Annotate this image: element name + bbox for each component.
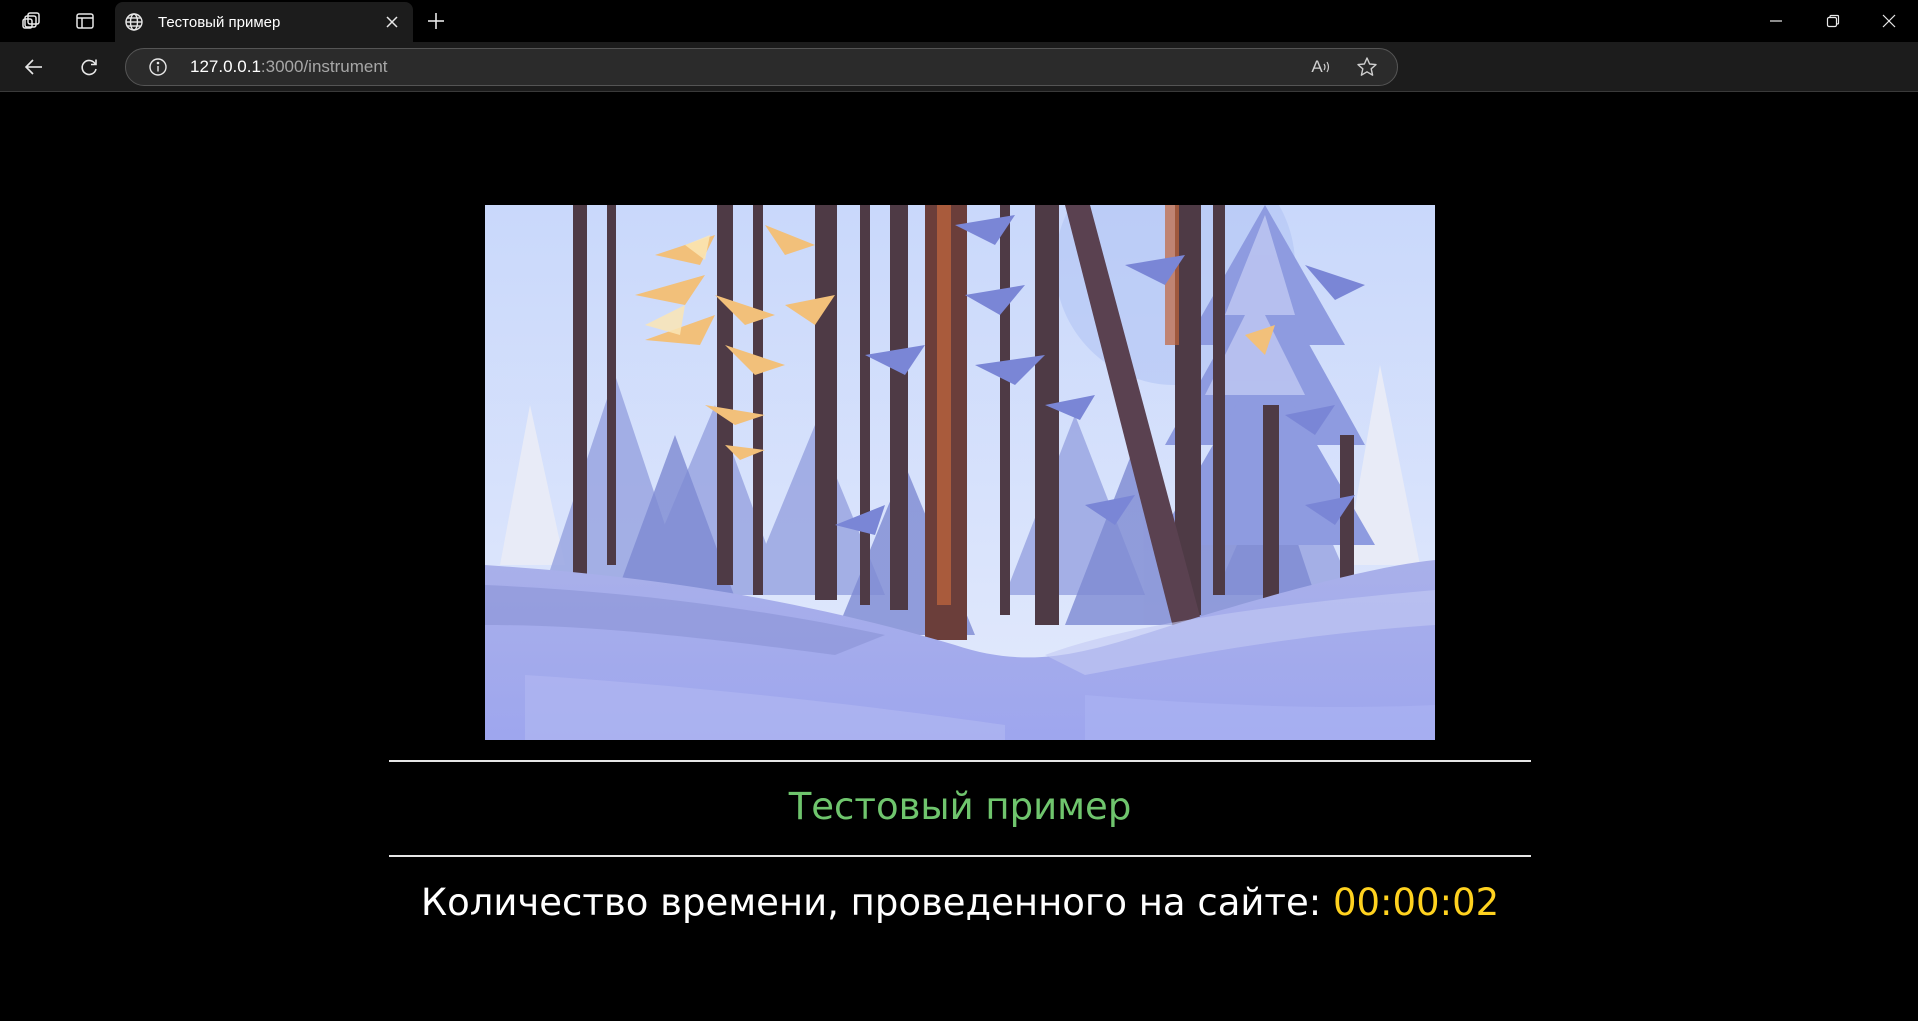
winter-forest-illustration xyxy=(485,205,1435,740)
workspaces-button[interactable] xyxy=(12,4,52,38)
tab-actions-icon xyxy=(76,13,94,29)
time-on-site-label: Количество времени, проведенного на сайт… xyxy=(420,881,1333,924)
tab-title: Тестовый пример xyxy=(158,13,281,31)
time-on-site: Количество времени, проведенного на сайт… xyxy=(389,879,1531,927)
window-close-button[interactable] xyxy=(1860,0,1918,42)
close-icon xyxy=(1882,14,1896,28)
star-icon xyxy=(1357,57,1377,76)
close-icon xyxy=(386,16,398,28)
page-content: Тестовый пример Количество времени, пров… xyxy=(0,93,1918,1021)
tab-strip: Тестовый пример xyxy=(0,0,1918,42)
active-tab[interactable]: Тестовый пример xyxy=(115,2,413,42)
new-tab-button[interactable] xyxy=(416,4,456,38)
back-arrow-icon xyxy=(24,59,42,75)
tab-actions-button[interactable] xyxy=(65,4,105,38)
globe-icon xyxy=(122,10,146,34)
plus-icon xyxy=(428,13,444,29)
refresh-button[interactable] xyxy=(71,49,107,85)
url-text[interactable]: 127.0.0.1:3000/instrument xyxy=(190,57,1305,77)
read-aloud-icon: A xyxy=(1311,57,1323,76)
workspaces-icon xyxy=(22,12,40,29)
url-path: :3000/instrument xyxy=(260,57,388,76)
read-aloud-button[interactable]: A xyxy=(1305,51,1337,83)
tab-close-button[interactable] xyxy=(379,9,405,35)
browser-toolbar: 127.0.0.1:3000/instrument A xyxy=(0,42,1918,92)
back-button[interactable] xyxy=(16,49,52,85)
refresh-icon xyxy=(81,59,97,76)
restore-button[interactable] xyxy=(1804,0,1862,42)
info-icon[interactable] xyxy=(146,55,170,79)
divider-top xyxy=(389,760,1531,762)
minimize-icon xyxy=(1770,20,1782,22)
read-aloud-waves-icon xyxy=(1323,61,1329,73)
url-host: 127.0.0.1 xyxy=(190,57,261,76)
favorite-button[interactable] xyxy=(1351,51,1383,83)
page-title: Тестовый пример xyxy=(788,785,1132,828)
minimize-button[interactable] xyxy=(1747,0,1805,42)
restore-icon xyxy=(1826,14,1840,28)
winter-forest-image xyxy=(485,205,1435,740)
divider-bottom xyxy=(389,855,1531,857)
address-bar[interactable]: 127.0.0.1:3000/instrument A xyxy=(125,48,1398,86)
time-on-site-value: 00:00:02 xyxy=(1332,881,1500,924)
